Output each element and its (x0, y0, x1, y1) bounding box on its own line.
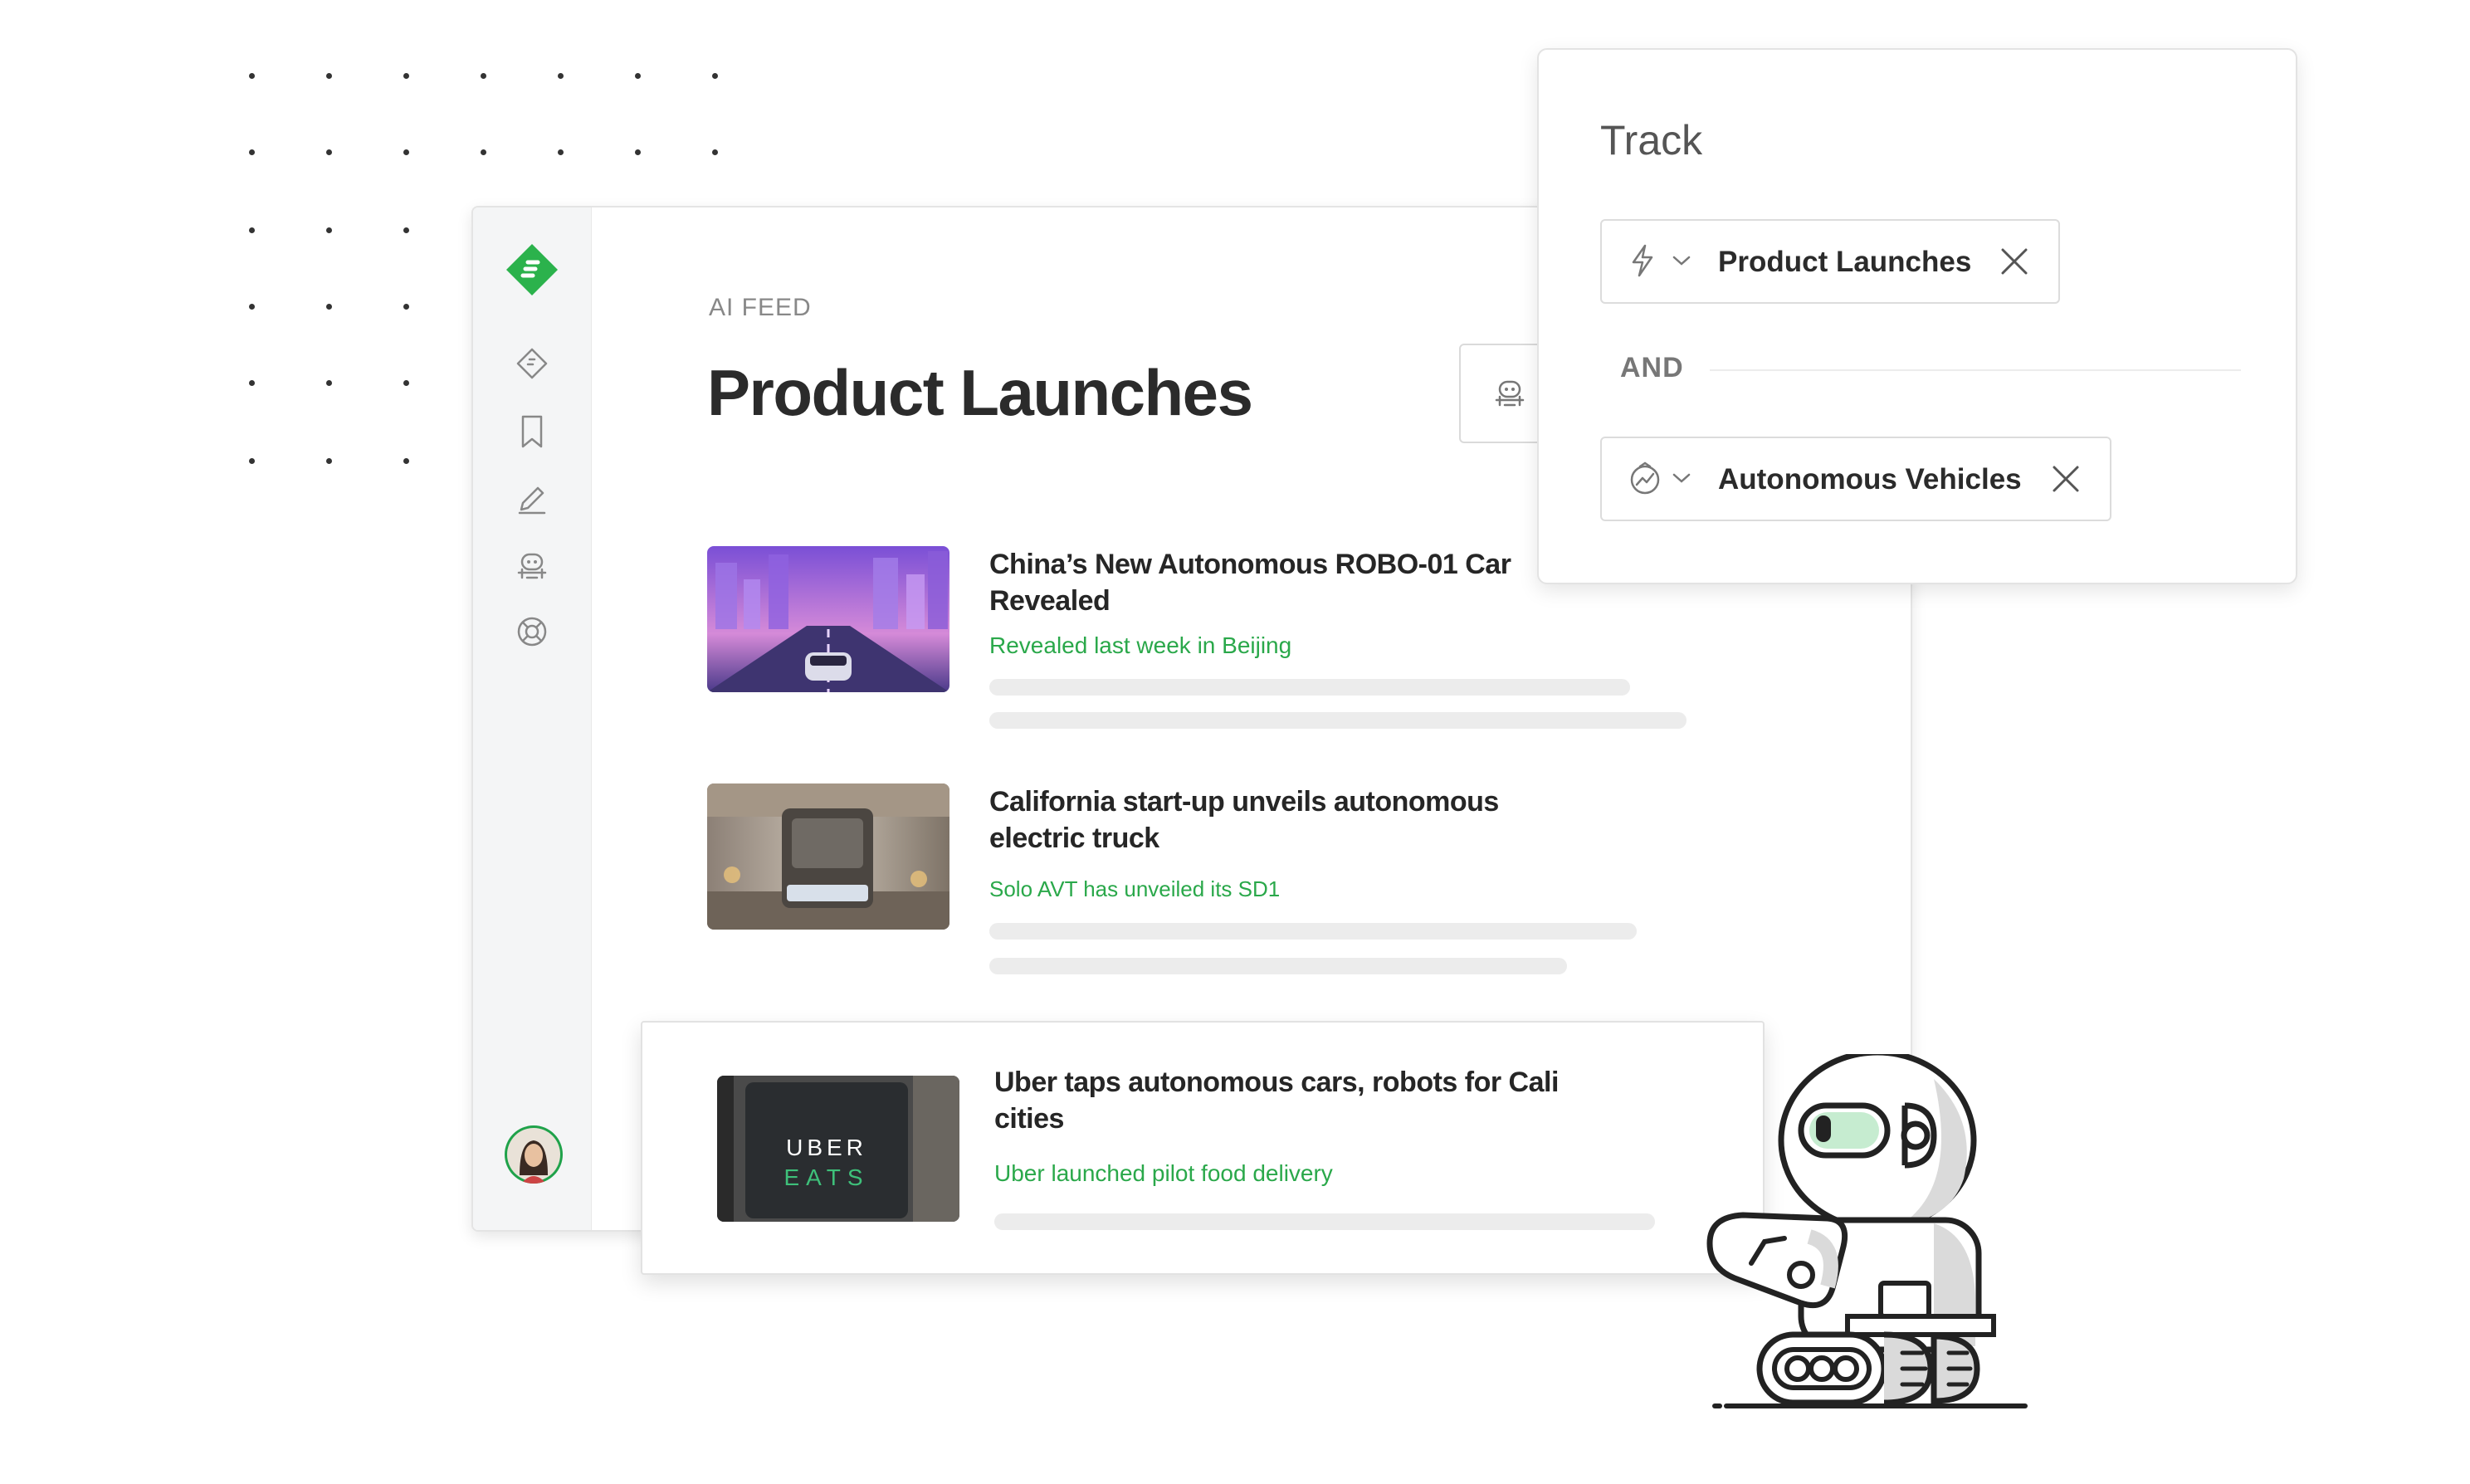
article-subtitle: Uber launched pilot food delivery (994, 1160, 1333, 1186)
placeholder-text-line (994, 1213, 1655, 1230)
decorative-dot (249, 458, 255, 464)
article-thumbnail[interactable] (707, 546, 949, 692)
placeholder-text-line (989, 923, 1637, 940)
chevron-down-icon[interactable] (1672, 471, 1691, 485)
thumb-text-uber: UBER (786, 1135, 867, 1160)
decorative-dot (558, 149, 564, 155)
decorative-dot (326, 304, 332, 310)
decorative-dot (481, 149, 486, 155)
filter-chip-autonomous-vehicles[interactable]: Autonomous Vehicles (1600, 437, 2111, 521)
pencil-icon[interactable] (515, 481, 549, 516)
decorative-dot (403, 73, 409, 79)
decorative-dot (326, 380, 332, 386)
article-thumbnail[interactable] (707, 783, 949, 930)
lightning-icon (1632, 244, 1653, 277)
close-icon[interactable] (1999, 246, 2030, 277)
decorative-dot (249, 149, 255, 155)
page-title: Product Launches (707, 356, 1253, 429)
decorative-dot (403, 149, 409, 155)
decorative-dot (403, 458, 409, 464)
placeholder-text-line (989, 958, 1567, 974)
chip-label: Product Launches (1718, 246, 1972, 278)
thumb-text-eats: EATS (783, 1164, 869, 1190)
today-icon[interactable] (515, 347, 549, 380)
article-title[interactable]: California start-up unveils autonomous e… (989, 783, 1570, 857)
robot-icon (1495, 380, 1525, 407)
track-title: Track (1600, 117, 1703, 164)
decorative-dot (635, 73, 641, 79)
help-lifebuoy-icon[interactable] (515, 614, 549, 649)
article-thumbnail[interactable]: UBER EATS (717, 1076, 959, 1222)
article-item[interactable]: California start-up unveils autonomous e… (707, 783, 1869, 983)
robot-mascot-illustration (1706, 1054, 2028, 1408)
placeholder-text-line (989, 679, 1630, 696)
decorative-dot (712, 73, 718, 79)
decorative-dot (326, 458, 332, 464)
feed-category-label: AI FEED (709, 294, 812, 321)
decorative-dot (403, 227, 409, 233)
article-subtitle: Solo AVT has unveiled its SD1 (989, 876, 1281, 901)
decorative-dot (249, 227, 255, 233)
article-title[interactable]: Uber taps autonomous cars, robots for Ca… (994, 1064, 1575, 1137)
divider (1710, 369, 2241, 371)
chip-label: Autonomous Vehicles (1718, 463, 2022, 495)
decorative-dot (558, 73, 564, 79)
user-avatar[interactable] (505, 1125, 563, 1184)
decorative-dot (249, 380, 255, 386)
decorative-dot (249, 73, 255, 79)
decorative-dot (403, 380, 409, 386)
decorative-dot (635, 149, 641, 155)
decorative-dot (249, 304, 255, 310)
trend-icon (1630, 461, 1660, 495)
close-icon[interactable] (2050, 463, 2082, 495)
decorative-dot (326, 227, 332, 233)
decorative-dot (326, 73, 332, 79)
bookmark-icon[interactable] (515, 413, 549, 450)
decorative-dot (326, 149, 332, 155)
decorative-dot (712, 149, 718, 155)
track-panel: Track Product Launches AND Autonomous Ve… (1537, 48, 2297, 584)
article-title[interactable]: China’s New Autonomous ROBO-01 Car Revea… (989, 546, 1570, 619)
decorative-dot (403, 304, 409, 310)
feedly-logo-icon[interactable] (503, 241, 561, 299)
chevron-down-icon[interactable] (1672, 254, 1691, 267)
decorative-dot (481, 73, 486, 79)
highlighted-article-card[interactable]: UBER EATS Uber taps autonomous cars, rob… (641, 1021, 1765, 1275)
placeholder-text-line (989, 712, 1687, 729)
article-subtitle: Revealed last week in Beijing (989, 632, 1292, 658)
sidebar (473, 207, 592, 1230)
logic-operator-label: AND (1620, 352, 1684, 383)
robot-icon[interactable] (515, 548, 549, 583)
filter-chip-product-launches[interactable]: Product Launches (1600, 219, 2060, 304)
